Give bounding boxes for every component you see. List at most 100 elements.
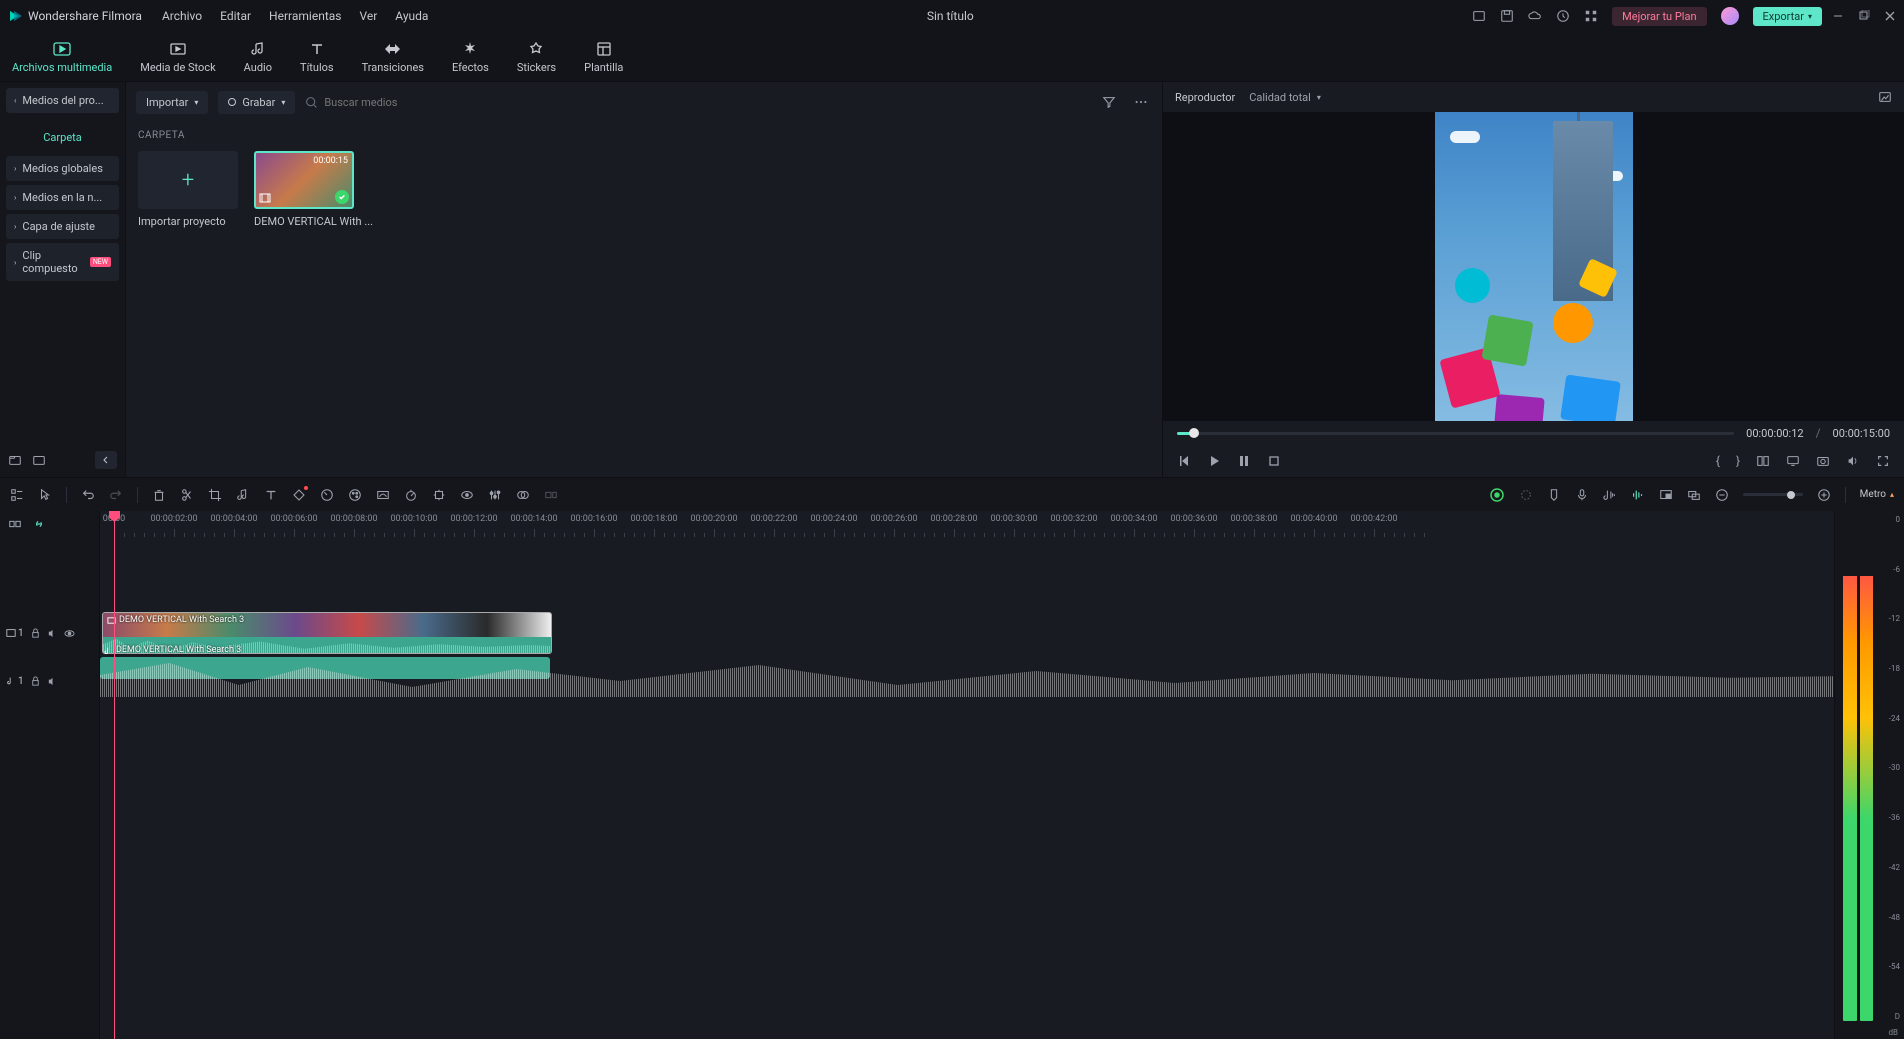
tab-effects[interactable]: Efectos bbox=[452, 39, 489, 74]
color-icon[interactable] bbox=[348, 488, 362, 502]
cloud-icon[interactable] bbox=[1528, 9, 1542, 23]
visibility-icon[interactable] bbox=[64, 628, 75, 639]
zoom-out-icon[interactable] bbox=[1715, 488, 1729, 502]
project-media-button[interactable]: ‹Medios del pro... bbox=[6, 88, 119, 113]
tab-media[interactable]: Archivos multimedia bbox=[12, 39, 112, 74]
ripple-icon[interactable] bbox=[8, 517, 22, 531]
zoom-thumb[interactable] bbox=[1787, 491, 1795, 499]
history-icon[interactable] bbox=[1556, 9, 1570, 23]
tab-template[interactable]: Plantilla bbox=[584, 39, 623, 74]
mute-track-icon[interactable] bbox=[47, 676, 58, 687]
speed-icon[interactable] bbox=[404, 488, 418, 502]
redo-icon[interactable] bbox=[109, 488, 123, 502]
display-icon[interactable] bbox=[1786, 454, 1800, 468]
group-icon[interactable] bbox=[1687, 488, 1701, 502]
snapshot-settings-icon[interactable] bbox=[1878, 90, 1892, 104]
user-avatar[interactable] bbox=[1721, 7, 1739, 25]
audio-track[interactable]: DEMO VERTICAL With Search 3 bbox=[100, 657, 1834, 697]
pip-icon[interactable] bbox=[1659, 488, 1673, 502]
volume-icon[interactable] bbox=[1846, 454, 1860, 468]
chroma-icon[interactable] bbox=[516, 488, 530, 502]
timeline-audio-clip[interactable]: DEMO VERTICAL With Search 3 bbox=[100, 657, 550, 679]
marker-icon[interactable] bbox=[1547, 488, 1561, 502]
split-icon[interactable] bbox=[180, 488, 194, 502]
music-beat-icon[interactable] bbox=[236, 488, 250, 502]
render-icon[interactable] bbox=[1489, 487, 1505, 503]
filter-icon[interactable] bbox=[1098, 91, 1120, 113]
speed-ramp-icon[interactable] bbox=[320, 488, 334, 502]
quality-dropdown[interactable]: Calidad total▾ bbox=[1249, 91, 1321, 104]
import-project-card[interactable]: + bbox=[138, 151, 238, 209]
zoom-slider[interactable] bbox=[1743, 493, 1803, 496]
sidebar-item-compound[interactable]: ›Clip compuestoNEW bbox=[6, 243, 119, 281]
record-dropdown[interactable]: Grabar▾ bbox=[218, 91, 295, 114]
preview-canvas[interactable]: Wondershare Filmora bbox=[1163, 112, 1904, 421]
tab-stock[interactable]: Media de Stock bbox=[140, 39, 215, 74]
mute-track-icon[interactable] bbox=[47, 628, 58, 639]
maximize-icon[interactable] bbox=[1858, 10, 1870, 22]
timeline-ruler[interactable]: 00:0000:00:02:0000:00:04:0000:00:06:0000… bbox=[100, 511, 1834, 537]
playhead[interactable] bbox=[114, 511, 115, 1039]
menu-view[interactable]: Ver bbox=[359, 9, 377, 23]
delete-icon[interactable] bbox=[152, 488, 166, 502]
apps-icon[interactable] bbox=[1584, 9, 1598, 23]
crop-icon[interactable] bbox=[208, 488, 222, 502]
tab-audio[interactable]: Audio bbox=[244, 39, 272, 74]
meter-toggle[interactable]: Metro▴ bbox=[1860, 489, 1894, 500]
more-icon[interactable] bbox=[1130, 91, 1152, 113]
scrub-track[interactable] bbox=[1177, 432, 1734, 435]
link-icon[interactable] bbox=[32, 517, 46, 531]
tracks-icon[interactable] bbox=[10, 488, 24, 502]
scrub-thumb[interactable] bbox=[1189, 428, 1199, 438]
tab-transitions[interactable]: Transiciones bbox=[362, 39, 424, 74]
keyframe-icon[interactable] bbox=[292, 488, 306, 502]
fullscreen-icon[interactable] bbox=[1876, 454, 1890, 468]
menu-help[interactable]: Ayuda bbox=[395, 9, 428, 23]
sidebar-item-adjust[interactable]: ›Capa de ajuste bbox=[6, 214, 119, 239]
ai-audio-icon[interactable] bbox=[1631, 488, 1645, 502]
timeline-main[interactable]: 00:0000:00:02:0000:00:04:0000:00:06:0000… bbox=[100, 511, 1834, 1039]
snapshot-icon[interactable] bbox=[1816, 454, 1830, 468]
search-input[interactable] bbox=[324, 96, 1088, 109]
detach-audio-icon[interactable] bbox=[544, 488, 558, 502]
keyframe-curve-icon[interactable] bbox=[376, 488, 390, 502]
new-folder-icon[interactable] bbox=[8, 453, 22, 467]
adjustment-icon[interactable] bbox=[488, 488, 502, 502]
mask-icon[interactable] bbox=[460, 488, 474, 502]
video-track[interactable]: DEMO VERTICAL With Search 3 bbox=[100, 609, 1834, 657]
settings-icon[interactable] bbox=[1519, 488, 1533, 502]
prev-frame-icon[interactable] bbox=[1177, 454, 1191, 468]
play-icon[interactable] bbox=[1207, 454, 1221, 468]
pause-icon[interactable] bbox=[1237, 454, 1251, 468]
voiceover-icon[interactable] bbox=[1575, 488, 1589, 502]
text-icon[interactable] bbox=[264, 488, 278, 502]
upgrade-button[interactable]: Mejorar tu Plan bbox=[1612, 7, 1706, 26]
minimize-icon[interactable] bbox=[1832, 10, 1844, 22]
sidebar-item-global[interactable]: ›Medios globales bbox=[6, 156, 119, 181]
media-clip[interactable]: 00:00:15 bbox=[254, 151, 354, 209]
folder-icon[interactable] bbox=[32, 453, 46, 467]
zoom-in-icon[interactable] bbox=[1817, 488, 1831, 502]
tab-titles[interactable]: Títulos bbox=[300, 39, 334, 74]
export-button[interactable]: Exportar▾ bbox=[1753, 7, 1822, 26]
undo-icon[interactable] bbox=[81, 488, 95, 502]
tracking-icon[interactable] bbox=[432, 488, 446, 502]
layout-icon[interactable] bbox=[1472, 9, 1486, 23]
compare-icon[interactable] bbox=[1756, 454, 1770, 468]
menu-tools[interactable]: Herramientas bbox=[269, 9, 341, 23]
collapse-sidebar-icon[interactable] bbox=[95, 451, 117, 469]
pointer-icon[interactable] bbox=[38, 488, 52, 502]
lock-icon[interactable] bbox=[30, 676, 41, 687]
lock-icon[interactable] bbox=[30, 628, 41, 639]
close-icon[interactable] bbox=[1884, 10, 1896, 22]
menu-edit[interactable]: Editar bbox=[220, 9, 251, 23]
audio-sync-icon[interactable] bbox=[1603, 488, 1617, 502]
mark-in-icon[interactable]: { bbox=[1716, 454, 1720, 468]
mark-out-icon[interactable]: } bbox=[1736, 454, 1740, 468]
import-dropdown[interactable]: Importar▾ bbox=[136, 91, 208, 114]
save-icon[interactable] bbox=[1500, 9, 1514, 23]
stop-icon[interactable] bbox=[1267, 454, 1281, 468]
sidebar-item-cloud[interactable]: ›Medios en la n... bbox=[6, 185, 119, 210]
menu-file[interactable]: Archivo bbox=[162, 9, 202, 23]
folder-tab[interactable]: Carpeta bbox=[0, 119, 125, 154]
